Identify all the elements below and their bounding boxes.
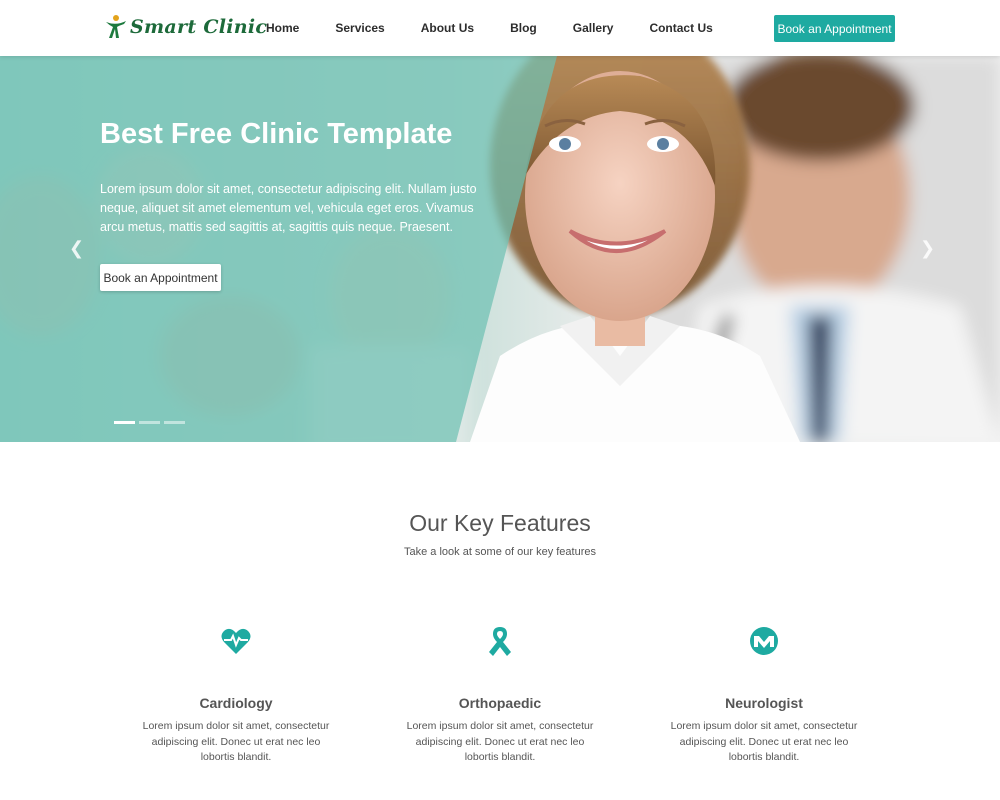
feature-orthopaedic: Orthopaedic Lorem ipsum dolor sit amet, … <box>390 625 610 766</box>
nav-item-about-us[interactable]: About Us <box>421 21 474 35</box>
hero-description: Lorem ipsum dolor sit amet, consectetur … <box>100 182 477 234</box>
feature-description: Lorem ipsum dolor sit amet, consectetur … <box>670 720 858 763</box>
hero-title: Best Free Clinic Template <box>100 118 453 150</box>
chevron-left-icon[interactable]: ❮ <box>69 238 84 259</box>
main-nav: Home Services About Us Blog Gallery Cont… <box>248 0 731 56</box>
logo-figure-icon <box>106 15 126 38</box>
chevron-right-icon[interactable]: ❯ <box>920 238 935 259</box>
ribbon-icon <box>489 627 511 656</box>
hero-slider: Best Free Clinic Template Lorem ipsum do… <box>0 56 1000 442</box>
site-header: Smart Clinic Home Services About Us Blog… <box>0 0 1000 56</box>
nav-item-services[interactable]: Services <box>335 21 384 35</box>
brain-m-icon <box>750 627 778 655</box>
feature-name: Orthopaedic <box>458 695 542 711</box>
heartbeat-icon <box>221 628 251 654</box>
feature-description: Lorem ipsum dolor sit amet, consectetur … <box>142 720 330 763</box>
slide-indicator[interactable] <box>164 421 185 424</box>
feature-cardiology: Cardiology Lorem ipsum dolor sit amet, c… <box>126 625 346 766</box>
features-subtitle: Take a look at some of our key features <box>404 546 596 558</box>
hero-book-appointment-button[interactable]: Book an Appointment <box>100 264 221 291</box>
slide-indicator[interactable] <box>139 421 160 424</box>
feature-description: Lorem ipsum dolor sit amet, consectetur … <box>406 720 594 763</box>
feature-name: Cardiology <box>199 695 273 711</box>
nav-item-contact-us[interactable]: Contact Us <box>649 21 712 35</box>
slide-indicators <box>114 421 185 424</box>
logo[interactable]: Smart Clinic <box>104 12 267 42</box>
features-title: Our Key Features <box>409 510 591 536</box>
nav-item-blog[interactable]: Blog <box>510 21 537 35</box>
logo-text: Smart Clinic <box>130 16 268 38</box>
slide-indicator[interactable] <box>114 421 135 424</box>
nav-item-home[interactable]: Home <box>266 21 299 35</box>
feature-name: Neurologist <box>725 695 803 711</box>
feature-neurologist: Neurologist Lorem ipsum dolor sit amet, … <box>654 625 874 766</box>
nav-item-gallery[interactable]: Gallery <box>573 21 614 35</box>
hero-photo-doctors <box>0 56 1000 442</box>
book-appointment-button[interactable]: Book an Appointment <box>774 15 895 42</box>
